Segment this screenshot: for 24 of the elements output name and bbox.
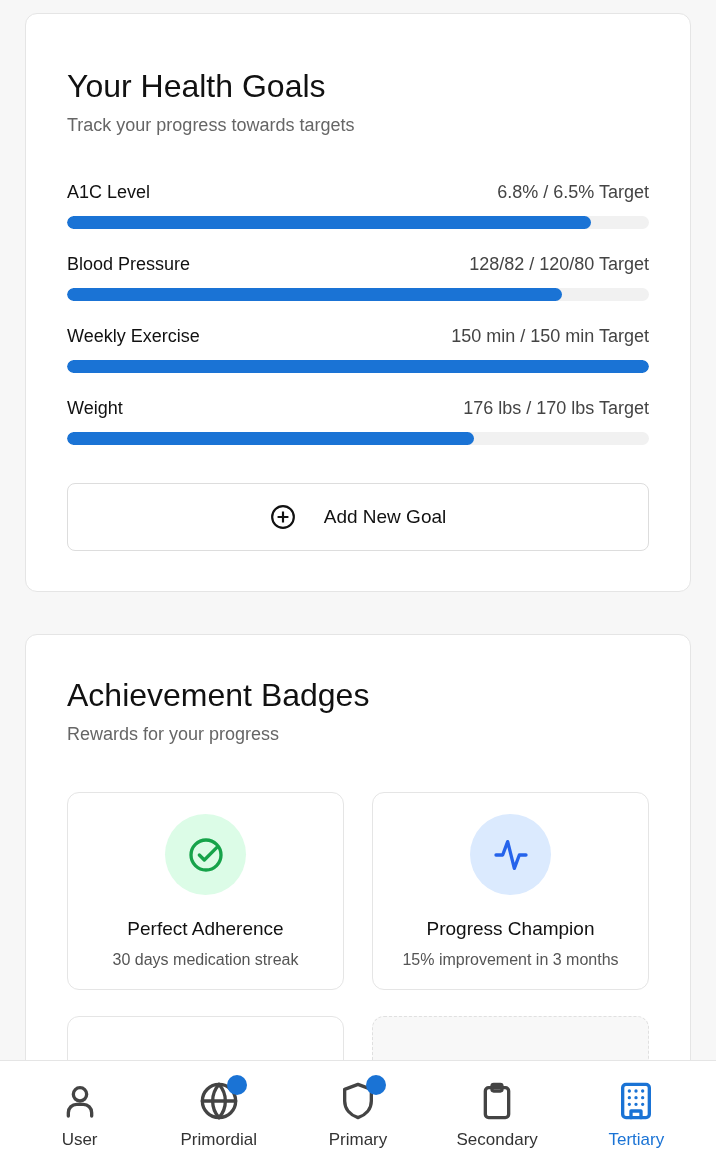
badge-title: Perfect Adherence [127, 917, 284, 941]
nav-tab[interactable]: Tertiary [576, 1072, 697, 1153]
badge-description: 30 days medication streak [112, 949, 299, 970]
plus-circle-icon [269, 504, 296, 530]
nav-tab[interactable]: Primordial [158, 1072, 279, 1153]
card-title: Your Health Goals [67, 67, 327, 106]
nav-tab[interactable]: Primary [297, 1072, 418, 1153]
goal-reading: 176 lbs / 170 lbs Target [463, 397, 649, 420]
goal-label: A1C Level [67, 181, 151, 204]
card-subtitle: Track your progress towards targets [67, 114, 356, 137]
goal-reading: 150 min / 150 min Target [451, 325, 649, 348]
goal-label: Weekly Exercise [67, 325, 200, 348]
goal-reading: 128/82 / 120/80 Target [469, 253, 649, 276]
card-title: Achievement Badges [67, 676, 371, 715]
add-goal-button[interactable]: Add New Goal [67, 483, 649, 551]
goal-label: Weight [67, 397, 123, 420]
badge-title: Progress Champion [426, 917, 595, 941]
nav-tab[interactable]: Secondary [437, 1072, 558, 1153]
nav-tab[interactable]: User [19, 1072, 140, 1153]
globe-icon [198, 1080, 239, 1121]
card-subtitle: Rewards for your progress [67, 723, 281, 746]
badge-description: 15% improvement in 3 months [402, 949, 619, 970]
goal-reading: 6.8% / 6.5% Target [497, 181, 649, 204]
goal-label: Blood Pressure [67, 253, 191, 276]
